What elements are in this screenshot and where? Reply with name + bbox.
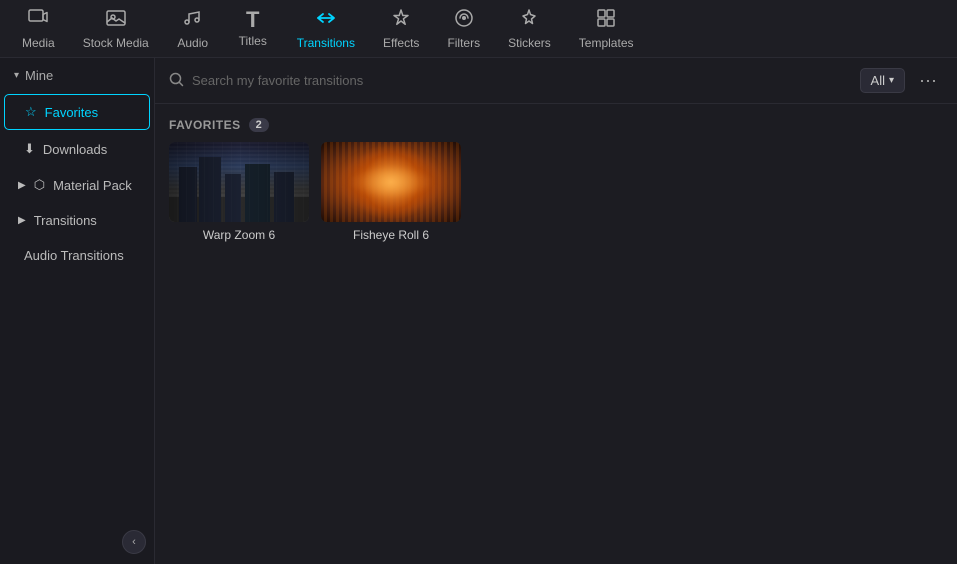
chevron-right-icon2: ▶ [18, 215, 26, 226]
sidebar-item-downloads[interactable]: ⬇ Downloads [4, 132, 150, 166]
sidebar-collapse-button[interactable]: ‹ [122, 530, 146, 554]
star-icon: ☆ [25, 104, 37, 120]
ellipsis-icon: ··· [919, 70, 937, 90]
audio-icon [182, 7, 204, 33]
thumbnail-warp-zoom-6[interactable]: Warp Zoom 6 [169, 142, 309, 242]
more-options-button[interactable]: ··· [913, 68, 943, 93]
thumbnail-fisheye-roll-6[interactable]: Fisheye Roll 6 [321, 142, 461, 242]
top-nav: Media Stock Media Audio T Titles Transit… [0, 0, 957, 58]
nav-label-media: Media [22, 36, 55, 50]
effects-icon [390, 7, 412, 33]
fisheye-roll-6-label: Fisheye Roll 6 [353, 228, 429, 242]
sidebar-audio-transitions-label: Audio Transitions [24, 248, 124, 263]
favorites-section-label: FAVORITES 2 [155, 104, 957, 142]
search-input[interactable] [192, 73, 852, 88]
sidebar-downloads-label: Downloads [43, 142, 107, 157]
stickers-icon [518, 7, 540, 33]
favorites-count-badge: 2 [249, 118, 270, 132]
sidebar-item-audio-transitions[interactable]: Audio Transitions [4, 239, 150, 272]
nav-label-stock-media: Stock Media [83, 36, 149, 50]
sidebar-material-pack-label: Material Pack [53, 178, 132, 193]
nav-label-filters: Filters [447, 36, 480, 50]
nav-item-filters[interactable]: Filters [433, 1, 494, 56]
sidebar-item-favorites[interactable]: ☆ Favorites [4, 94, 150, 130]
main-area: ▾ Mine ☆ Favorites ⬇ Downloads ▶ ⬡ Mater… [0, 58, 957, 564]
thumbnails-grid: Warp Zoom 6 Fisheye Roll 6 [155, 142, 957, 258]
chevron-down-icon: ▾ [14, 70, 19, 81]
cube-icon: ⬡ [34, 177, 45, 193]
fisheye-thumb-visual [321, 142, 461, 222]
warp-zoom-6-image [169, 142, 309, 222]
fisheye-roll-6-image [321, 142, 461, 222]
nav-label-templates: Templates [579, 36, 634, 50]
nav-item-titles[interactable]: T Titles [223, 3, 283, 54]
filter-label: All [871, 73, 885, 88]
nav-item-transitions[interactable]: Transitions [283, 1, 369, 56]
nav-item-media[interactable]: Media [8, 1, 69, 56]
sidebar-item-transitions[interactable]: ▶ Transitions [4, 204, 150, 237]
media-icon [27, 7, 49, 33]
nav-label-stickers: Stickers [508, 36, 551, 50]
sidebar-transitions-label: Transitions [34, 213, 97, 228]
nav-label-titles: Titles [239, 34, 267, 48]
sidebar-mine-label: Mine [25, 68, 53, 83]
chevron-down-icon2: ▾ [889, 75, 894, 86]
nav-label-effects: Effects [383, 36, 419, 50]
filter-dropdown[interactable]: All ▾ [860, 68, 905, 93]
nav-item-templates[interactable]: Templates [565, 1, 648, 56]
chevron-right-icon: ▶ [18, 180, 26, 191]
templates-icon [595, 7, 617, 33]
sidebar-item-material-pack[interactable]: ▶ ⬡ Material Pack [4, 168, 150, 202]
stock-media-icon [105, 7, 127, 33]
filters-icon [453, 7, 475, 33]
nav-item-effects[interactable]: Effects [369, 1, 433, 56]
nav-label-audio: Audio [177, 36, 208, 50]
titles-icon: T [246, 9, 259, 31]
nav-item-stock-media[interactable]: Stock Media [69, 1, 163, 56]
warp-zoom-6-label: Warp Zoom 6 [203, 228, 275, 242]
sidebar: ▾ Mine ☆ Favorites ⬇ Downloads ▶ ⬡ Mater… [0, 58, 155, 564]
nav-label-transitions: Transitions [297, 36, 355, 50]
sidebar-mine-header[interactable]: ▾ Mine [0, 58, 154, 93]
sidebar-favorites-label: Favorites [45, 105, 98, 120]
warp-zoom-thumb-visual [169, 142, 309, 222]
content-area: All ▾ ··· FAVORITES 2 [155, 58, 957, 564]
nav-item-audio[interactable]: Audio [163, 1, 223, 56]
search-bar: All ▾ ··· [155, 58, 957, 104]
transitions-icon [315, 7, 337, 33]
collapse-icon: ‹ [132, 536, 136, 548]
download-icon: ⬇ [24, 141, 35, 157]
favorites-label-text: FAVORITES [169, 118, 241, 132]
nav-item-stickers[interactable]: Stickers [494, 1, 565, 56]
search-icon [169, 72, 184, 90]
